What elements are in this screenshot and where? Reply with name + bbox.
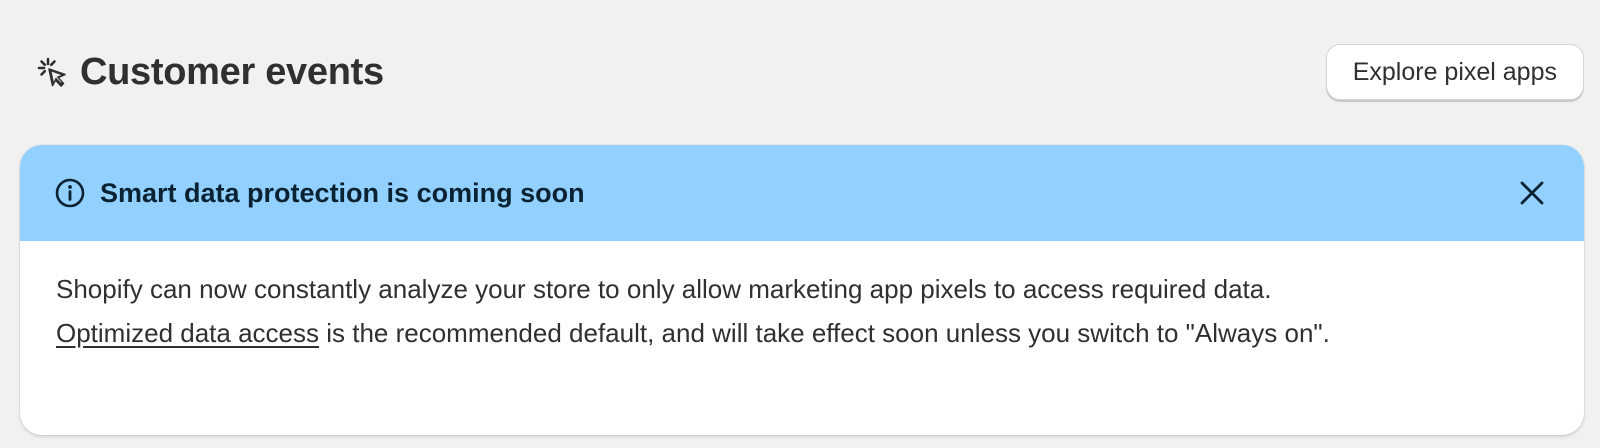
explore-pixel-apps-button[interactable]: Explore pixel apps bbox=[1325, 44, 1584, 100]
optimized-data-access-link[interactable]: Optimized data access bbox=[56, 318, 319, 348]
title-wrap: Customer events bbox=[36, 51, 384, 94]
banner-body: Shopify can now constantly analyze your … bbox=[20, 241, 1584, 355]
info-banner: Smart data protection is coming soon Sho… bbox=[20, 145, 1584, 435]
banner-header: Smart data protection is coming soon bbox=[20, 145, 1584, 241]
banner-body-line2: is the recommended default, and will tak… bbox=[319, 318, 1330, 348]
banner-text: Shopify can now constantly analyze your … bbox=[56, 267, 1548, 355]
page-header: Customer events Explore pixel apps bbox=[36, 44, 1584, 100]
banner-title: Smart data protection is coming soon bbox=[100, 177, 585, 208]
cursor-click-icon bbox=[36, 56, 68, 88]
close-icon[interactable] bbox=[1512, 173, 1552, 213]
info-icon bbox=[54, 177, 86, 209]
banner-body-line1: Shopify can now constantly analyze your … bbox=[56, 274, 1272, 304]
customer-events-page: Customer events Explore pixel apps Smart… bbox=[0, 0, 1600, 448]
page-title: Customer events bbox=[80, 50, 384, 93]
